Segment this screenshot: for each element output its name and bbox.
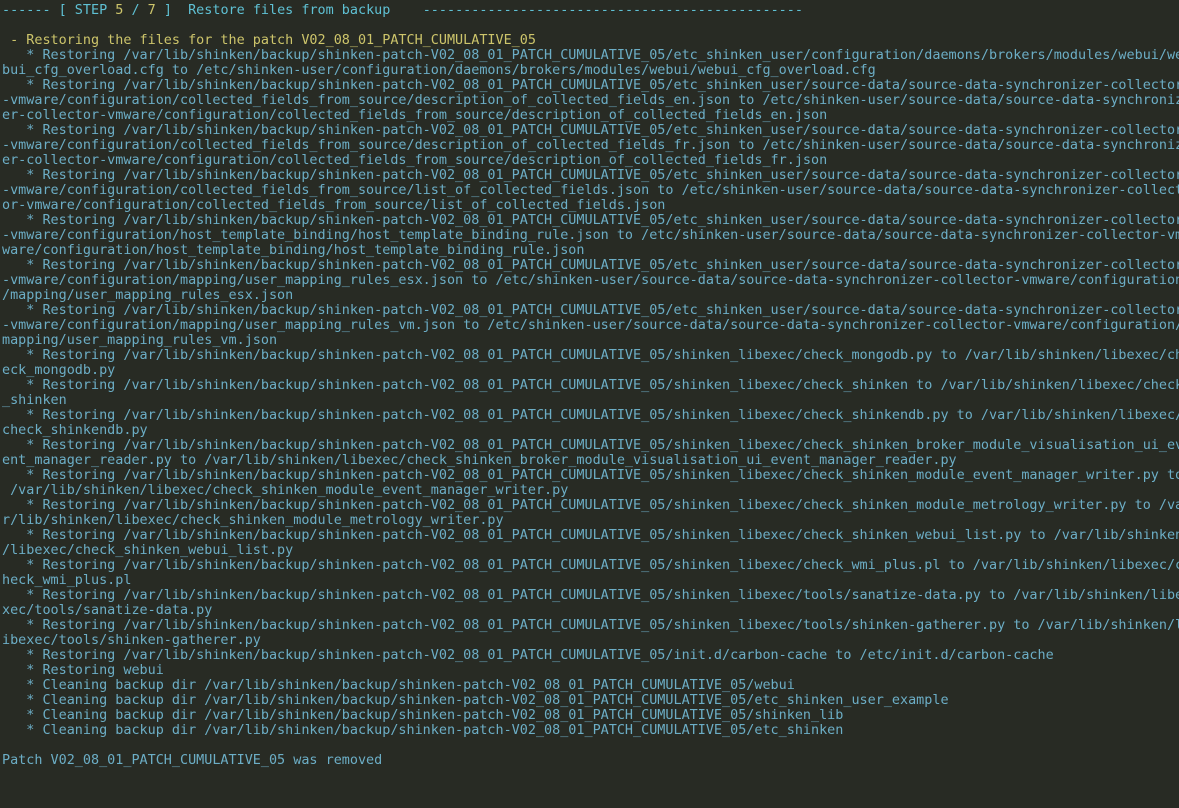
blank-line bbox=[2, 18, 1179, 33]
patch-removed-message: Patch V02_08_01_PATCH_CUMULATIVE_05 was … bbox=[2, 753, 1179, 768]
header-dashes-left: ------ [ STEP bbox=[2, 3, 115, 18]
restore-log: * Restoring /var/lib/shinken/backup/shin… bbox=[2, 48, 1179, 738]
patch-restore-heading: - Restoring the files for the patch V02_… bbox=[2, 33, 1179, 48]
header-dashes-right: ----------------------------------------… bbox=[390, 3, 803, 18]
step-separator: / bbox=[123, 3, 147, 18]
blank-line bbox=[2, 738, 1179, 753]
step-header-title: ] Restore files from backup bbox=[156, 3, 391, 18]
step-total-number: 7 bbox=[148, 3, 156, 18]
terminal-window[interactable]: ------ [ STEP 5 / 7 ] Restore files from… bbox=[0, 0, 1179, 808]
step-header-line: ------ [ STEP 5 / 7 ] Restore files from… bbox=[2, 3, 1179, 18]
